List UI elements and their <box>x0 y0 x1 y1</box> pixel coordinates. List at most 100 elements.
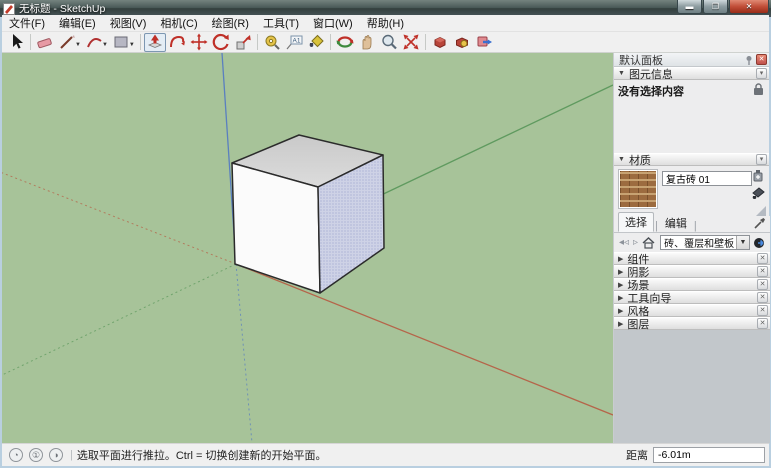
status-bar: ◔ ① ◑ | 选取平面进行推拉。Ctrl = 切换创建新的开始平面。 距离 <box>2 443 769 466</box>
panel-close-button[interactable]: ✕ <box>757 253 768 264</box>
walk-button[interactable] <box>473 33 495 52</box>
menu-item[interactable]: 编辑(E) <box>52 14 103 32</box>
panel-close-button[interactable]: ✕ <box>757 305 768 316</box>
menu-bar: 文件(F)编辑(E)视图(V)相机(C)绘图(R)工具(T)窗口(W)帮助(H) <box>2 15 769 32</box>
paint-bucket-tool-button[interactable] <box>305 33 327 52</box>
status-hint-text: 选取平面进行推拉。Ctrl = 切换创建新的开始平面。 <box>77 447 327 463</box>
eraser-tool-button[interactable] <box>34 33 56 52</box>
red-axis-negative <box>2 172 236 264</box>
tab-edit[interactable]: 编辑 <box>659 214 693 232</box>
expand-arrow-icon: ▶ <box>618 281 623 289</box>
collapsed-panel-图层[interactable]: ▶图层✕ <box>614 317 770 330</box>
material-name-input[interactable] <box>662 171 752 186</box>
rotate-tool-icon <box>212 33 230 51</box>
pan-tool-button[interactable] <box>356 33 378 52</box>
pin-icon[interactable] <box>744 55 754 65</box>
menu-item[interactable]: 相机(C) <box>153 14 204 32</box>
credits-icon[interactable]: ① <box>29 448 43 462</box>
materials-menu-button[interactable]: ▾ <box>756 154 767 165</box>
walk-icon <box>475 33 493 51</box>
pan-icon <box>358 33 376 51</box>
shapes-dropdown-arrow[interactable]: ▼ <box>129 42 135 48</box>
red-axis <box>236 264 613 415</box>
help-icon[interactable]: ◑ <box>49 448 63 462</box>
expand-arrow-icon: ▶ <box>618 307 623 315</box>
minimize-button[interactable]: ▬ <box>677 0 702 14</box>
dimension-text-icon: A1 <box>285 33 303 51</box>
menu-item[interactable]: 文件(F) <box>2 14 52 32</box>
scale-tool-button[interactable] <box>232 33 254 52</box>
follow-me-tool-button[interactable] <box>166 33 188 52</box>
zoom-icon <box>380 33 398 51</box>
dropdown-arrow-icon[interactable]: ▼ <box>736 236 749 249</box>
lock-icon[interactable] <box>753 83 764 96</box>
panel-close-button[interactable]: ✕ <box>757 318 768 329</box>
default-tray: 默认面板 ✕ ▼ 图元信息 ▾ 没有选择内容 ▼ 材质 ▾ <box>613 53 769 443</box>
menu-item[interactable]: 窗口(W) <box>306 14 360 32</box>
app-logo-icon <box>3 3 15 15</box>
arc-dropdown-arrow[interactable]: ▼ <box>102 42 108 48</box>
menu-item[interactable]: 帮助(H) <box>360 14 411 32</box>
cube <box>232 135 384 293</box>
material-thumbnail <box>620 171 656 207</box>
panel-close-button[interactable]: ✕ <box>757 292 768 303</box>
eraser-tool-icon <box>36 33 54 51</box>
zoom-extents-tool-button[interactable] <box>400 33 422 52</box>
materials-header[interactable]: ▼ 材质 ▾ <box>614 153 769 166</box>
menu-item[interactable]: 工具(T) <box>256 14 306 32</box>
green-axis-negative <box>2 264 236 376</box>
tab-select[interactable]: 选择 <box>618 212 654 232</box>
line-dropdown-arrow[interactable]: ▼ <box>75 42 81 48</box>
move-tool-button[interactable] <box>188 33 210 52</box>
tray-close-button[interactable]: ✕ <box>756 54 767 65</box>
status-separator: | <box>70 449 73 461</box>
material-preview[interactable] <box>618 169 658 209</box>
collapse-arrow-icon: ▼ <box>618 70 625 77</box>
forward-icon[interactable]: ▹ <box>633 237 638 248</box>
back-icon[interactable]: ◂◃ <box>619 237 629 248</box>
entity-info-header[interactable]: ▼ 图元信息 ▾ <box>614 67 769 80</box>
toolbar-separator <box>257 34 258 50</box>
measurement-label: 距离 <box>626 447 648 463</box>
tab-separator: | <box>694 220 697 232</box>
expand-arrow-icon: ▶ <box>618 255 623 263</box>
position-camera-icon <box>431 33 449 51</box>
maximize-button[interactable]: ❐ <box>703 0 728 14</box>
dimension-text-tool-button[interactable]: A1 <box>283 33 305 52</box>
details-icon[interactable] <box>753 236 767 250</box>
geolocation-icon[interactable]: ◔ <box>9 448 23 462</box>
orbit-tool-button[interactable] <box>334 33 356 52</box>
panel-close-button[interactable]: ✕ <box>757 279 768 290</box>
shapes-tool-icon <box>112 33 130 51</box>
eyedropper-icon[interactable] <box>753 217 766 230</box>
tray-empty-area <box>614 330 770 443</box>
measurement-input[interactable] <box>653 447 765 463</box>
material-category-dropdown[interactable]: 砖、覆层和壁板 ▼ <box>660 235 750 250</box>
panel-close-button[interactable]: ✕ <box>757 266 768 277</box>
blue-axis-negative <box>236 264 252 443</box>
model-scene <box>2 53 613 443</box>
tape-measure-icon <box>263 33 281 51</box>
set-default-material-icon[interactable] <box>751 187 766 201</box>
home-icon[interactable] <box>642 237 655 249</box>
create-material-icon[interactable] <box>752 169 764 182</box>
select-tool-button[interactable] <box>5 33 27 52</box>
model-viewport[interactable] <box>2 53 613 443</box>
menu-item[interactable]: 绘图(R) <box>205 14 256 32</box>
entity-info-menu-button[interactable]: ▾ <box>756 68 767 79</box>
push-pull-tool-button[interactable] <box>144 33 166 52</box>
materials-tabs: 选择 | 编辑 | <box>614 216 770 233</box>
move-tool-icon <box>190 33 208 51</box>
sketchup-window: 无标题 - SketchUp ▬ ❐ ✕ 文件(F)编辑(E)视图(V)相机(C… <box>0 0 771 468</box>
zoom-tool-button[interactable] <box>378 33 400 52</box>
rotate-tool-button[interactable] <box>210 33 232 52</box>
tape-measure-tool-button[interactable] <box>261 33 283 52</box>
zoom-extents-icon <box>402 33 420 51</box>
look-around-button[interactable] <box>451 33 473 52</box>
position-camera-button[interactable] <box>429 33 451 52</box>
collapsed-panels: ▶组件✕▶阴影✕▶场景✕▶工具向导✕▶风格✕▶图层✕ <box>614 252 770 330</box>
close-button[interactable]: ✕ <box>729 0 769 14</box>
paint-bucket-icon <box>307 33 325 51</box>
scale-tool-icon <box>234 33 252 51</box>
menu-item[interactable]: 视图(V) <box>103 14 154 32</box>
